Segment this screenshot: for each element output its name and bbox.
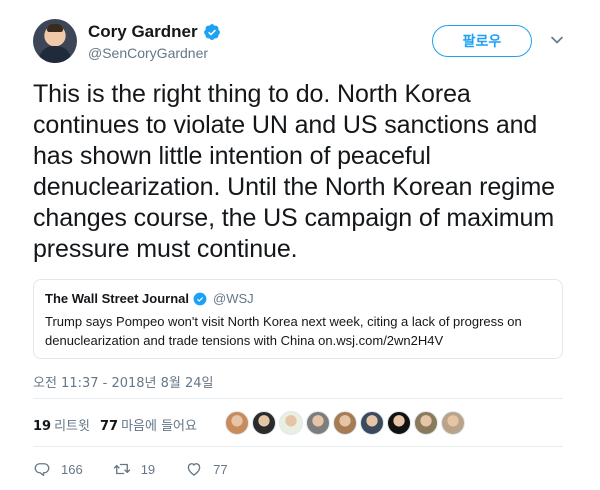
avatar-suit — [39, 46, 71, 63]
reply-action[interactable]: 166 — [33, 460, 83, 478]
tweet-text: This is the right thing to do. North Kor… — [33, 80, 555, 263]
tweet-timestamp[interactable]: 오전 11:37 - 2018년 8월 24일 — [33, 372, 214, 391]
quoted-tweet-card[interactable]: The Wall Street Journal @WSJ Trump says … — [33, 279, 563, 359]
retweet-count: 19 — [140, 461, 156, 477]
likes-label: 마음에 들어요 — [121, 418, 197, 434]
like-count: 77 — [213, 461, 228, 477]
quoted-tweet-text: Trump says Pompeo won't visit North Kore… — [45, 314, 522, 348]
retweets-count: 19 — [33, 418, 52, 434]
retweets-stat[interactable]: 19 리트윗 — [33, 415, 90, 434]
author-name-row[interactable]: Cory Gardner — [88, 22, 221, 42]
author-handle[interactable]: @SenCoryGardner — [88, 45, 208, 61]
follow-button[interactable]: 팔로우 — [432, 25, 532, 57]
likes-count: 77 — [99, 418, 119, 434]
like-action[interactable]: 77 — [185, 460, 228, 478]
retweets-label: 리트윗 — [54, 418, 90, 434]
liker-avatar[interactable] — [252, 411, 276, 435]
retweet-icon — [113, 463, 130, 475]
quoted-author-name: The Wall Street Journal — [45, 291, 189, 306]
retweet-action[interactable]: 19 — [113, 460, 155, 478]
tweet-actions: 166 19 77 — [33, 459, 258, 479]
author-avatar[interactable] — [33, 19, 77, 63]
divider — [33, 398, 563, 399]
liker-avatar[interactable] — [441, 411, 465, 435]
liker-avatar[interactable] — [414, 411, 438, 435]
reply-count: 166 — [61, 461, 83, 477]
chevron-down-icon[interactable] — [550, 33, 564, 47]
author-name[interactable]: Cory Gardner — [88, 22, 198, 42]
liker-avatar[interactable] — [333, 411, 357, 435]
quoted-author-handle: @WSJ — [213, 291, 254, 306]
liker-avatar[interactable] — [306, 411, 330, 435]
liker-avatar[interactable] — [360, 411, 384, 435]
liker-avatar[interactable] — [279, 411, 303, 435]
reply-icon — [34, 463, 50, 477]
heart-icon — [187, 463, 201, 476]
verified-badge-icon — [193, 292, 207, 305]
divider — [33, 446, 563, 447]
likes-stat[interactable]: 77 마음에 들어요 — [100, 415, 197, 434]
liker-avatar[interactable] — [387, 411, 411, 435]
quoted-tweet-header: The Wall Street Journal @WSJ — [45, 291, 551, 306]
avatar-hair — [47, 24, 63, 32]
tweet-header: Cory Gardner @SenCoryGardner 팔로우 — [33, 19, 573, 67]
engagement-stats: 19 리트윗 77 마음에 들어요 — [33, 408, 573, 440]
verified-badge-icon — [203, 24, 220, 40]
liker-avatars — [225, 411, 465, 435]
liker-avatar[interactable] — [225, 411, 249, 435]
